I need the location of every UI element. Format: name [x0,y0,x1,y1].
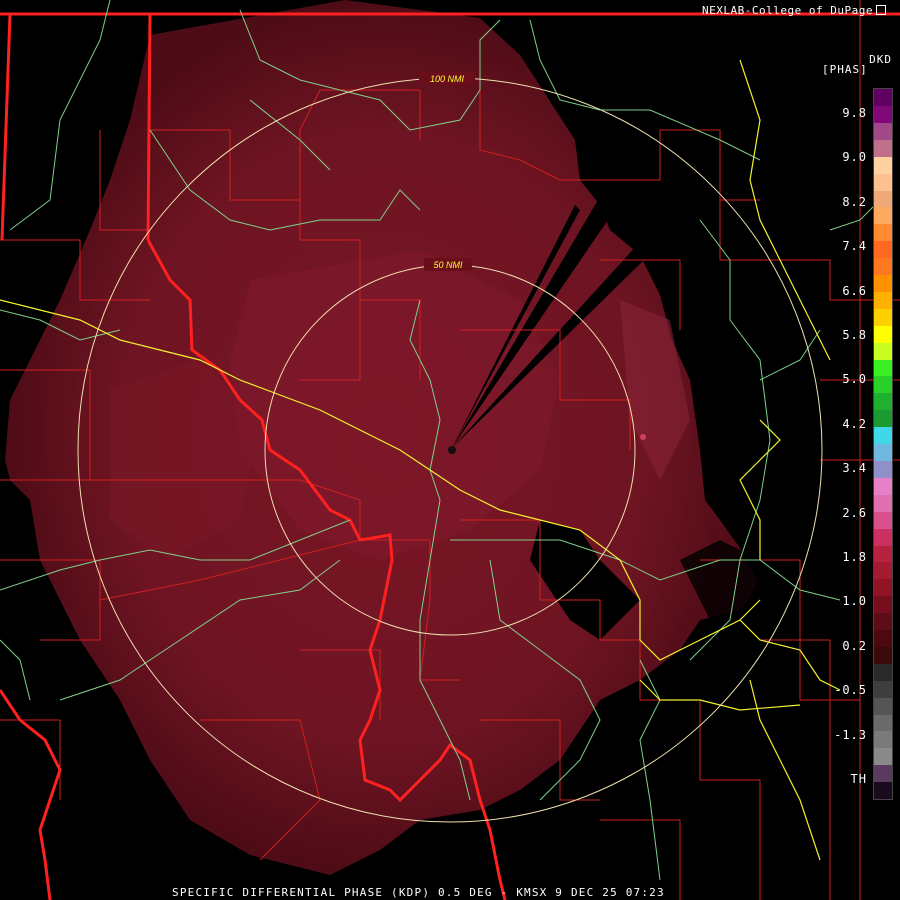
colorbar-segment [874,258,892,276]
colorbar-segment [874,105,892,123]
colorbar-segment [874,122,892,140]
range-ring-label-50: 50 NMI [433,260,463,270]
legend-tick-label: 9.0 [842,150,867,165]
colorbar-segment [874,342,892,360]
legend-colorbar [873,88,893,800]
colorbar-segment [874,714,892,732]
legend-tick-label: 9.8 [842,106,867,120]
colorbar-segment [874,325,892,343]
colorbar-segment [874,274,892,292]
colorbar-segment [874,697,892,715]
colorbar-segment [874,410,892,428]
colorbar-segment [874,562,892,580]
colorbar-segment [874,782,892,800]
colorbar-segment [874,190,892,208]
colorbar-segment [874,680,892,698]
colorbar-segment [874,663,892,681]
external-link-icon[interactable] [876,5,886,15]
legend-tick-label: 1.0 [842,594,867,609]
colorbar-segment [874,427,892,445]
legend-tick-label: 1.8 [842,550,867,564]
legend-tick-label: -0.5 [834,683,867,698]
legend-tick-label: 7.4 [842,239,867,254]
colorbar-segment [874,156,892,174]
legend-tick-label: 3.4 [842,461,867,476]
colorbar-segment [874,494,892,512]
colorbar-segment [874,139,892,157]
legend-tick-label: 2.6 [842,505,867,520]
colorbar-segment [874,646,892,664]
legend-tick-label: TH [850,772,867,786]
colorbar-segment [874,308,892,326]
colorbar-segment [874,207,892,225]
colorbar-segment [874,613,892,631]
legend-tick-label: -1.3 [834,727,867,742]
colorbar-segment [874,241,892,259]
credit-label: NEXLAB-College of DuPage [702,4,886,17]
legend-tick-label: 6.6 [842,283,867,298]
colorbar-segment [874,731,892,749]
legend-tick-label: 0.2 [842,638,867,653]
colorbar-segment [874,477,892,495]
legend-tick-label: 5.0 [842,372,867,387]
colorbar-segment [874,765,892,783]
colorbar-segment [874,596,892,614]
legend-tick-label: 8.2 [842,194,867,209]
colorbar-segment [874,579,892,597]
colorbar-segment [874,224,892,242]
legend-tick-label: 4.2 [842,416,867,431]
colorbar-segment [874,376,892,394]
range-ring-label-100: 100 NMI [430,74,465,84]
colorbar-segment [874,511,892,529]
product-footer: SPECIFIC DIFFERENTIAL PHASE (KDP) 0.5 DE… [172,886,665,899]
legend-tick-label: 5.8 [842,328,867,342]
colorbar-segment [874,89,892,106]
colorbar-segment [874,629,892,647]
colorbar-segment [874,444,892,461]
colorbar-segment [874,173,892,191]
legend-product-code: DKD [869,53,892,66]
credit-text: NEXLAB-College of DuPage [702,4,873,17]
colorbar-segment [874,545,892,563]
colorbar-segment [874,748,892,766]
radar-map: 50 NMI 100 NMI [0,0,900,900]
legend-units: [PHAS] [822,63,868,76]
radar-echo [0,0,760,875]
colorbar-segment [874,393,892,411]
colorbar-segment [874,460,892,478]
colorbar-segment [874,291,892,309]
colorbar-segment [874,359,892,377]
colorbar-segment [874,528,892,546]
